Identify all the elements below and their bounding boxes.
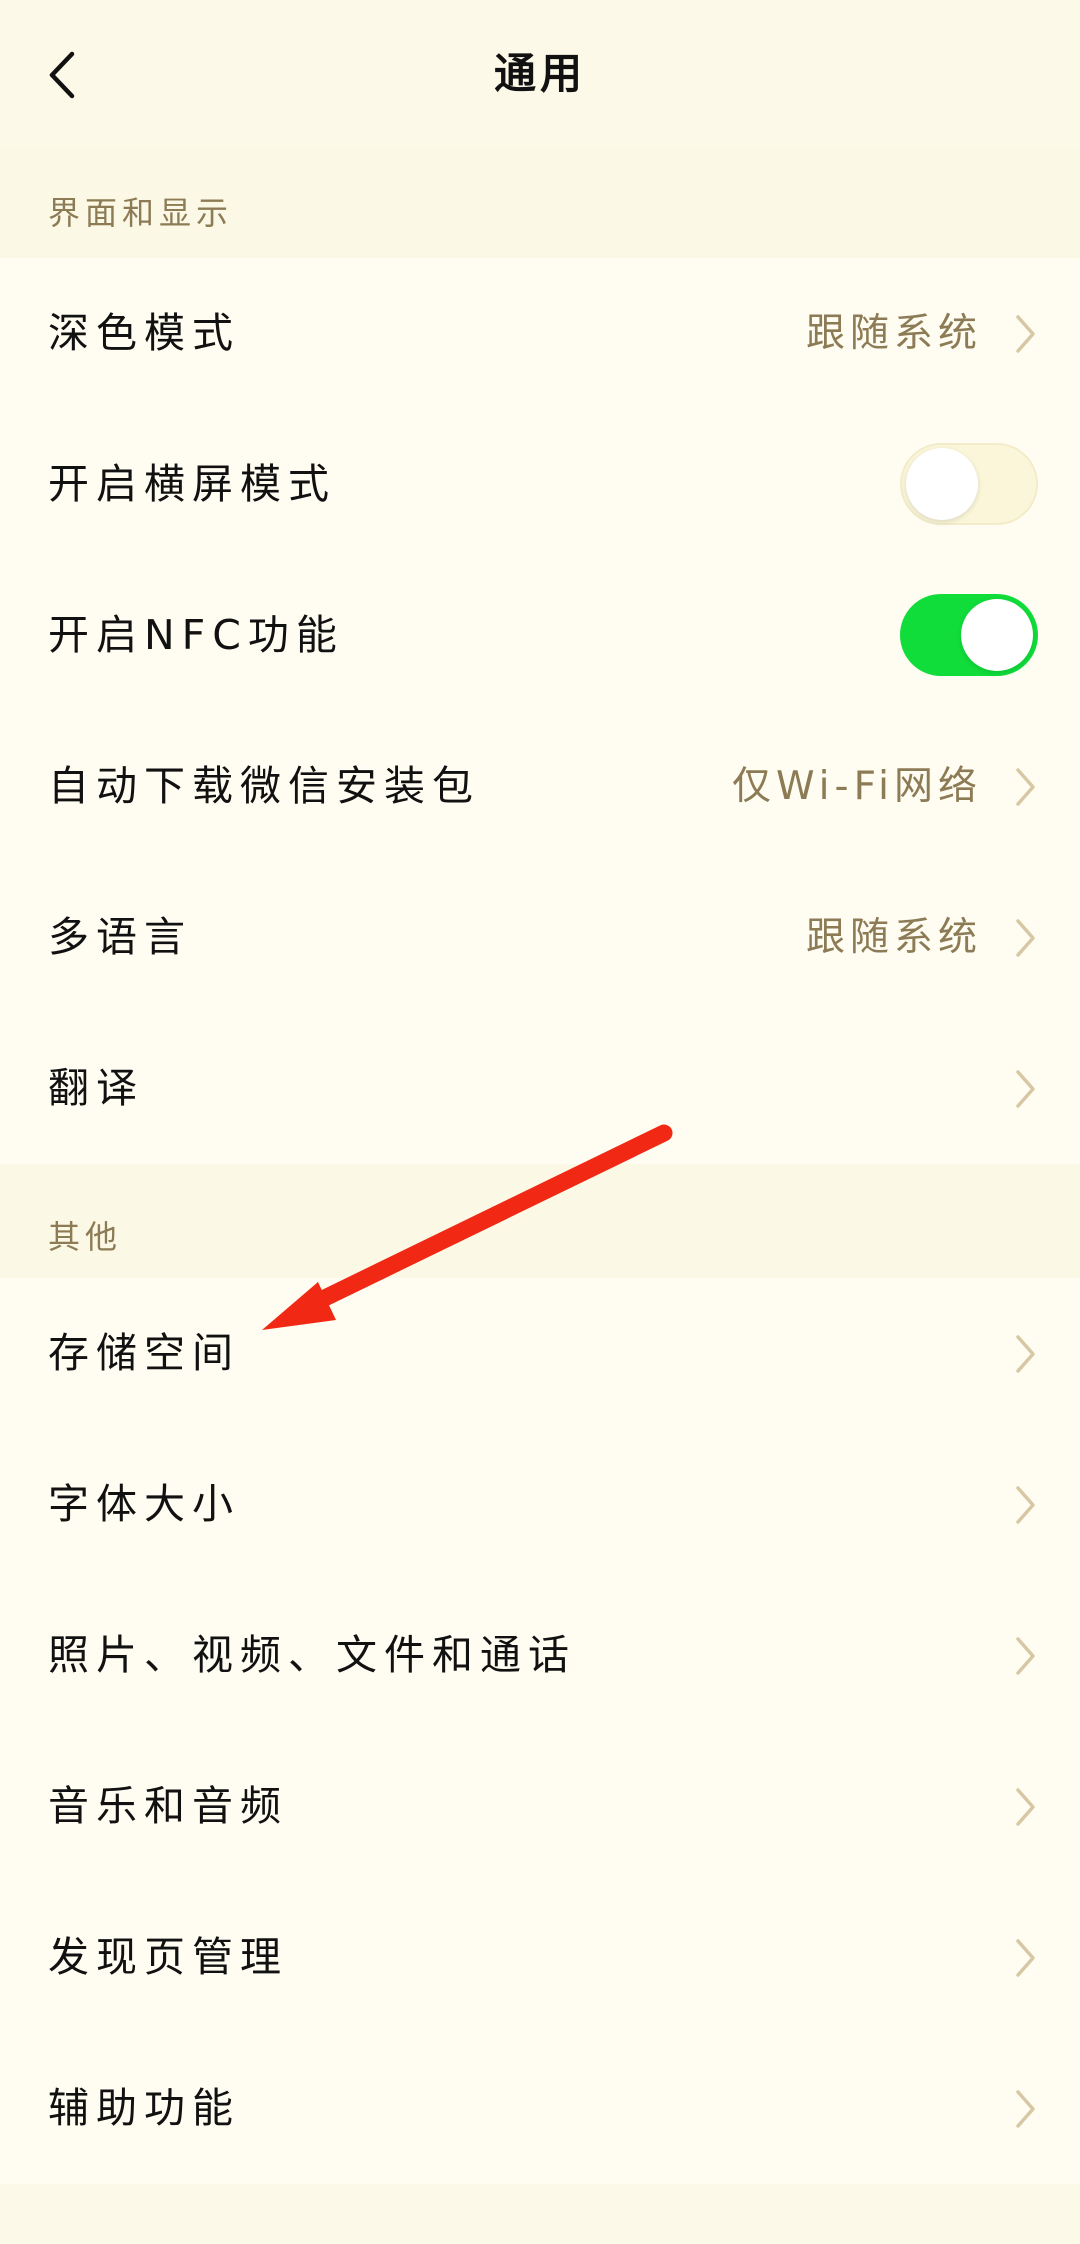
nfc-toggle[interactable] — [900, 594, 1038, 676]
top-bar: 通用 — [0, 0, 1080, 150]
page-title: 通用 — [493, 49, 586, 98]
section-label-other: 其他 — [48, 1218, 123, 1256]
row-title: 翻译 — [48, 1064, 144, 1112]
chevron-right-icon — [1016, 1069, 1035, 1108]
row-accessibility[interactable]: 辅助功能 — [0, 2033, 1080, 2184]
landscape-mode-toggle[interactable] — [900, 443, 1038, 525]
section-header-other: 其他 — [0, 1164, 1080, 1278]
row-nfc: 开启NFC功能 — [0, 560, 1080, 711]
row-title: 音乐和音频 — [48, 1782, 288, 1830]
row-storage[interactable]: 存储空间 — [0, 1278, 1080, 1429]
row-title: 开启横屏模式 — [48, 460, 336, 508]
row-discover-management[interactable]: 发现页管理 — [0, 1882, 1080, 2033]
row-title: 存储空间 — [48, 1329, 240, 1377]
row-title: 辅助功能 — [48, 2084, 240, 2132]
row-value: 仅Wi-Fi网络 — [731, 764, 982, 809]
section-header-display: 界面和显示 — [0, 150, 1080, 258]
row-translate[interactable]: 翻译 — [0, 1013, 1080, 1164]
row-auto-download[interactable]: 自动下载微信安装包 仅Wi-Fi网络 — [0, 711, 1080, 862]
row-title: 自动下载微信安装包 — [48, 762, 480, 810]
row-dark-mode[interactable]: 深色模式 跟随系统 — [0, 258, 1080, 409]
row-title: 开启NFC功能 — [48, 611, 344, 659]
chevron-right-icon — [1016, 767, 1035, 806]
row-value: 跟随系统 — [805, 311, 982, 356]
row-title: 多语言 — [48, 913, 192, 961]
row-music-audio[interactable]: 音乐和音频 — [0, 1731, 1080, 1882]
chevron-right-icon — [1016, 1636, 1035, 1675]
toggle-knob — [906, 448, 978, 520]
row-title: 深色模式 — [48, 309, 240, 357]
section-label-display: 界面和显示 — [48, 194, 234, 232]
settings-general-page: 通用 界面和显示 深色模式 跟随系统 开启横屏模式 开启NFC功能 自动下载微信… — [0, 0, 1080, 2244]
row-title: 字体大小 — [48, 1480, 240, 1528]
settings-group-display: 深色模式 跟随系统 开启横屏模式 开启NFC功能 自动下载微信安装包 仅Wi-F… — [0, 258, 1080, 1164]
row-font-size[interactable]: 字体大小 — [0, 1429, 1080, 1580]
chevron-right-icon — [1016, 2089, 1035, 2128]
chevron-right-icon — [1016, 314, 1035, 353]
settings-group-other: 存储空间 字体大小 照片、视频、文件和通话 音乐和音频 发现页管理 辅助功能 — [0, 1278, 1080, 2184]
row-title: 发现页管理 — [48, 1933, 288, 1981]
chevron-right-icon — [1016, 1485, 1035, 1524]
chevron-right-icon — [1016, 918, 1035, 957]
row-title: 照片、视频、文件和通话 — [48, 1631, 576, 1679]
row-value: 跟随系统 — [805, 915, 982, 960]
chevron-right-icon — [1016, 1334, 1035, 1373]
chevron-right-icon — [1016, 1938, 1035, 1977]
row-media-calls[interactable]: 照片、视频、文件和通话 — [0, 1580, 1080, 1731]
toggle-knob — [961, 599, 1033, 671]
row-language[interactable]: 多语言 跟随系统 — [0, 862, 1080, 1013]
chevron-right-icon — [1016, 1787, 1035, 1826]
row-landscape-mode: 开启横屏模式 — [0, 409, 1080, 560]
